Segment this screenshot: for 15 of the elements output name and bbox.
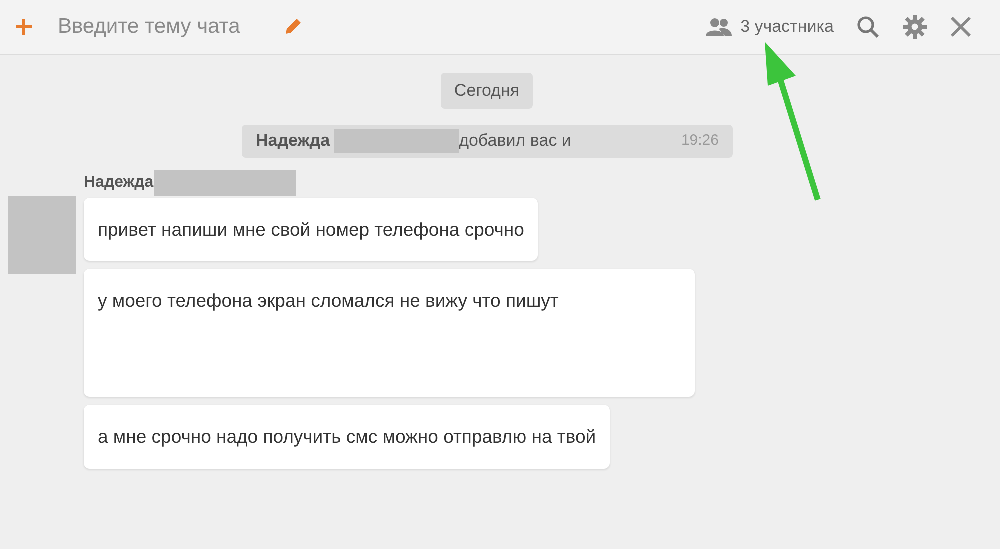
system-text: добавил вас и — [459, 130, 572, 152]
topic-input-field[interactable]: Введите тему чата — [58, 11, 278, 43]
author-name: Надежда — [256, 130, 330, 152]
message-bubble: привет напиши мне свой номер телефона срочно — [84, 198, 538, 262]
search-icon[interactable] — [856, 15, 880, 39]
participants-link[interactable]: 3 участника — [740, 14, 834, 40]
settings-icon[interactable] — [902, 14, 928, 40]
close-icon[interactable] — [950, 16, 972, 38]
message-bubble: а мне срочно надо получить смс можно отправлю на твой — [84, 405, 610, 469]
message-bubble: у моего телефона экран сломался не вижу что пишут — [84, 269, 695, 398]
message-time: 19:26 — [681, 130, 719, 151]
sender-name: Надежда — [84, 172, 154, 192]
people-icon — [704, 17, 733, 37]
add-icon[interactable] — [14, 17, 34, 37]
date-separator: Сегодня — [441, 73, 533, 108]
